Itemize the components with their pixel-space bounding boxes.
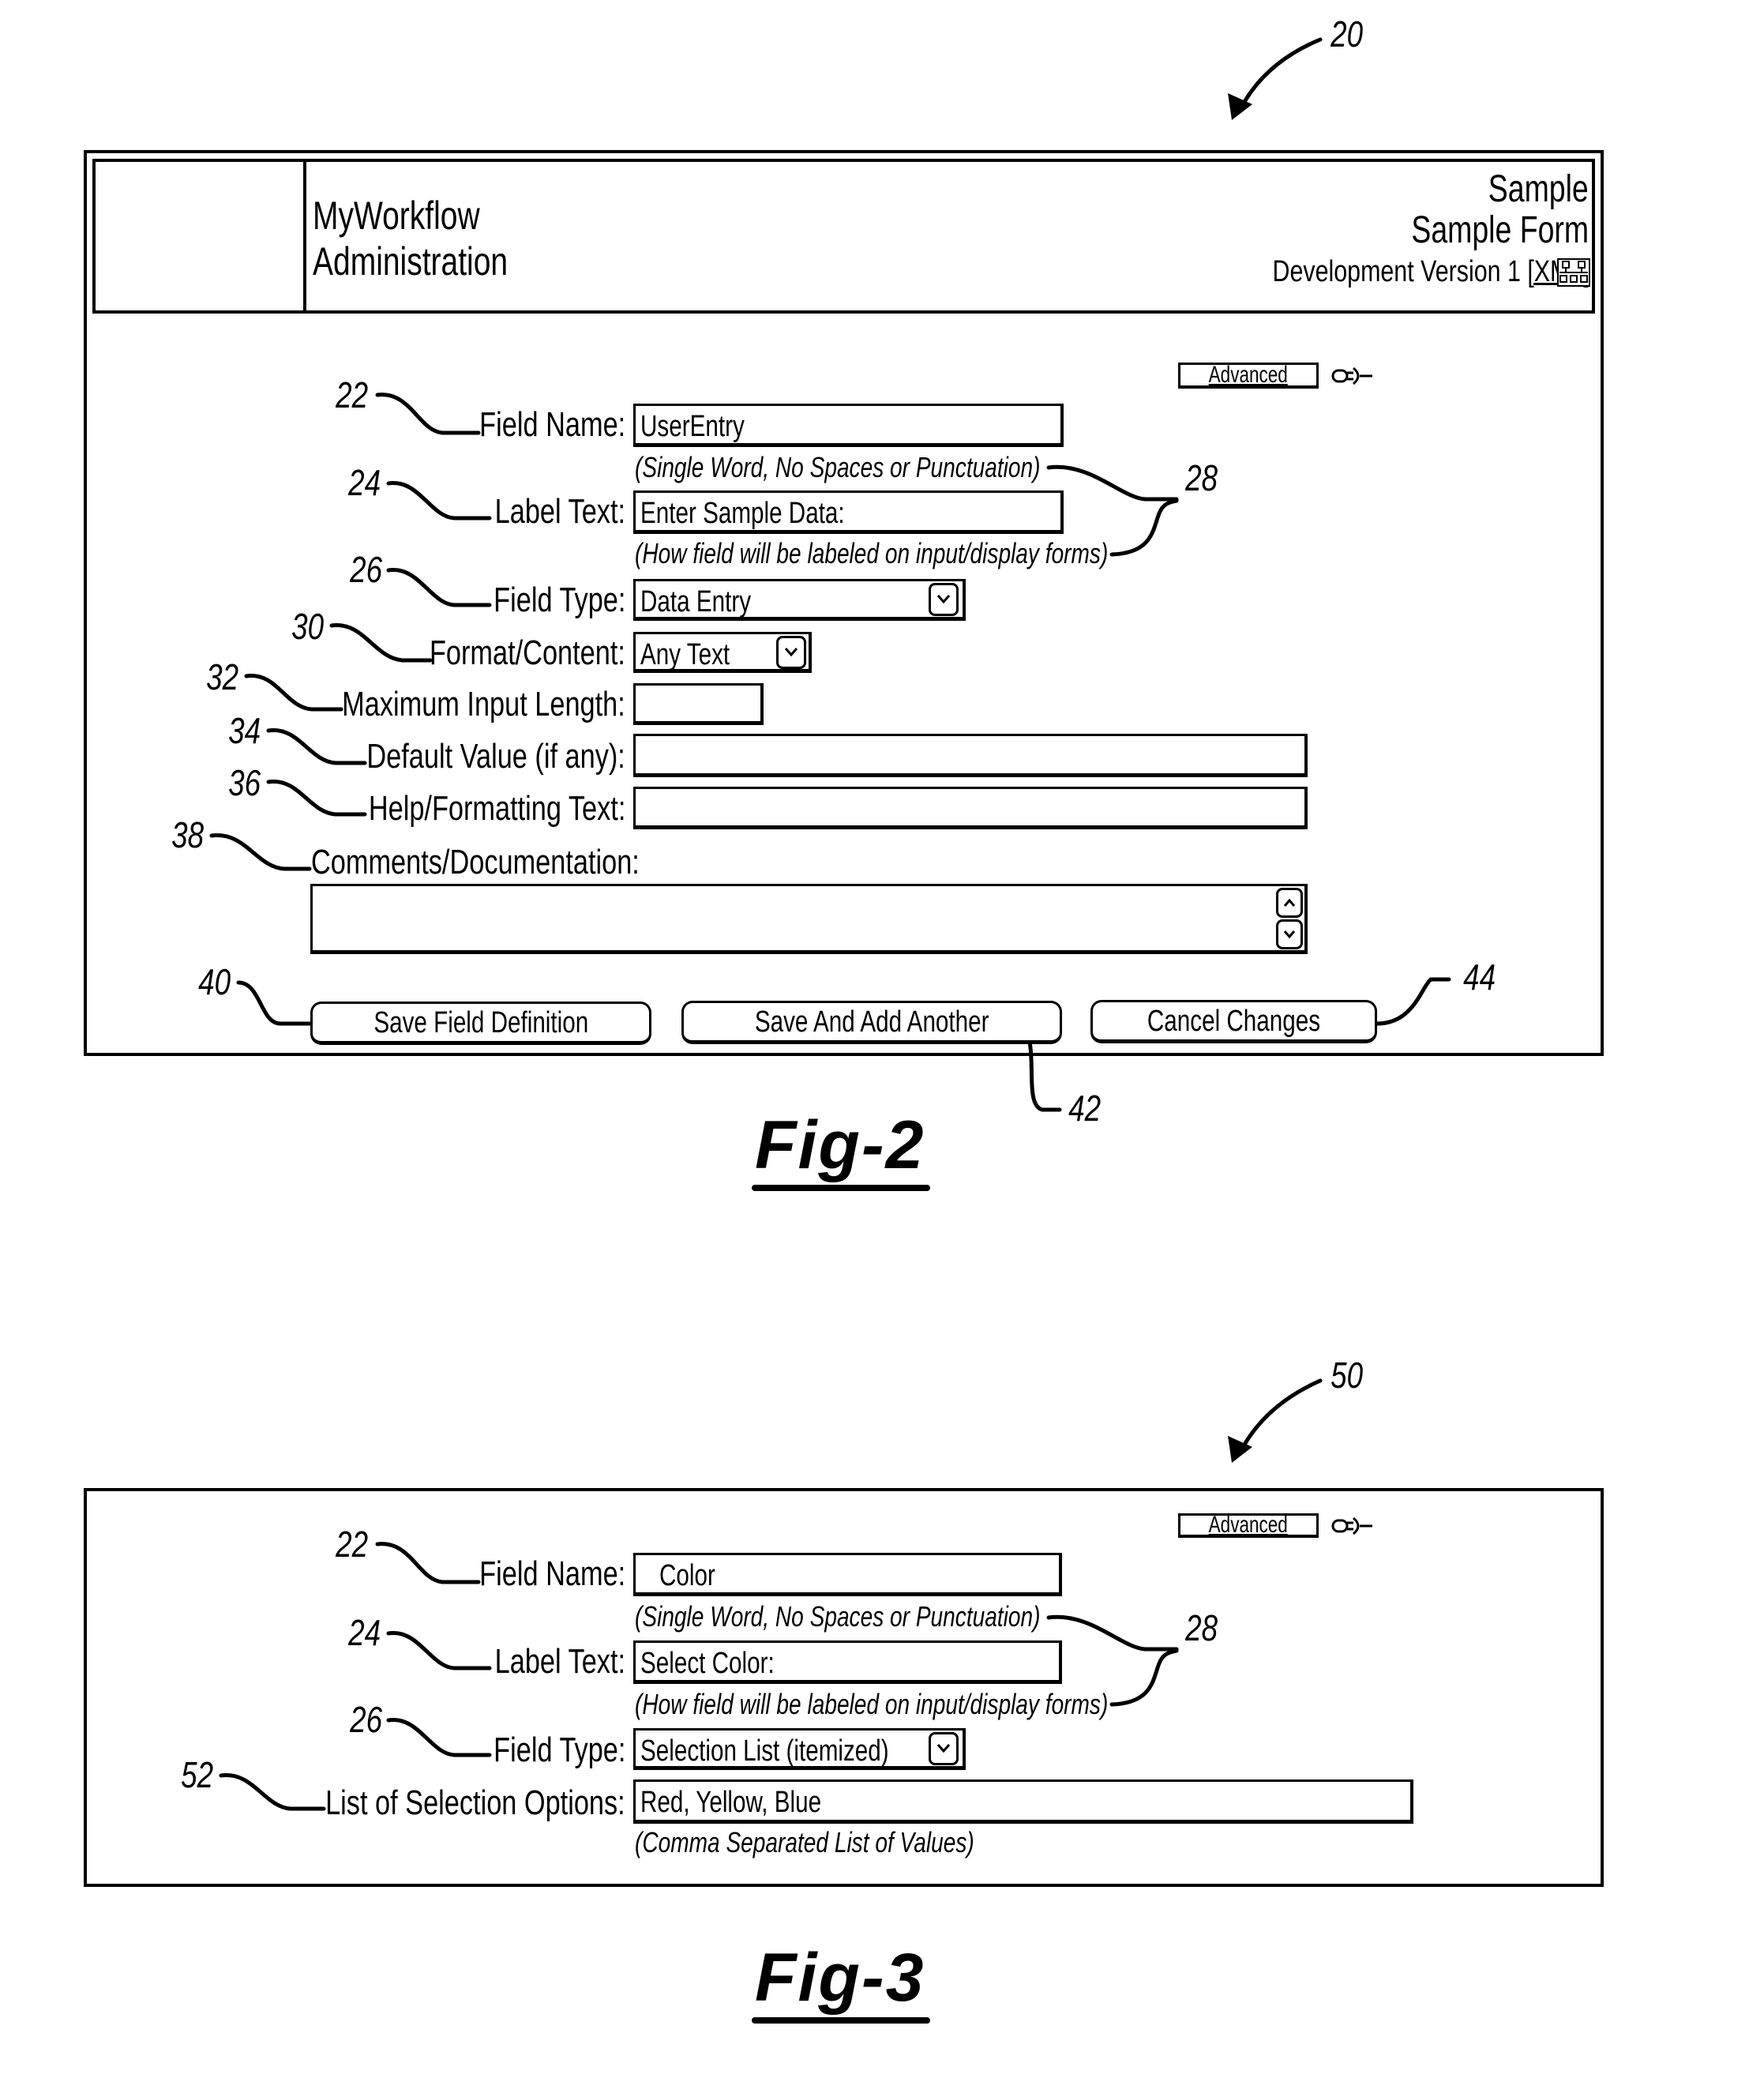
scroll-down-button[interactable] [1276, 919, 1303, 949]
fig3-advanced-button[interactable]: Advanced [1178, 1513, 1319, 1538]
fig2-caption: Fig-2 [755, 1107, 925, 1183]
default-value-input[interactable] [633, 734, 1308, 777]
arrow-50 [1237, 1378, 1323, 1456]
label-text-input[interactable]: Enter Sample Data: [633, 490, 1064, 534]
save-field-definition-button[interactable]: Save Field Definition [310, 1002, 651, 1045]
ref-22: 22 [336, 374, 369, 415]
fig3-label-text-input[interactable]: Select Color: [633, 1640, 1062, 1684]
chevron-down-icon [784, 648, 798, 657]
field-name-hint: (Single Word, No Spaces or Punctuation) [635, 451, 1041, 483]
fig3-field-name-input[interactable]: Color [633, 1553, 1062, 1596]
save-and-add-another-button[interactable]: Save And Add Another [681, 1001, 1062, 1044]
form-context: Sample Sample Form [878, 169, 1589, 251]
ref-38: 38 [171, 814, 205, 855]
field-name-input[interactable]: UserEntry [633, 404, 1064, 447]
comments-textarea[interactable] [310, 884, 1308, 954]
fig3-label-text-label: Label Text: [494, 1642, 625, 1681]
fig3-caption: Fig-3 [755, 1940, 925, 2016]
advanced-button[interactable]: Advanced [1178, 363, 1319, 389]
field-type-dropdown-button[interactable] [929, 583, 959, 616]
pushpin-icon[interactable] [1331, 1515, 1374, 1537]
fig3-ref-52: 52 [181, 1754, 214, 1795]
comments-label: Comments/Documentation: [311, 843, 640, 881]
label-text-hint: (How field will be labeled on input/disp… [635, 537, 1109, 569]
fig3-ref-26: 26 [350, 1699, 383, 1740]
format-content-dropdown-button[interactable] [776, 636, 806, 669]
arrowhead-50 [1228, 1436, 1252, 1463]
fig3-ref-24: 24 [348, 1612, 381, 1653]
ref-32: 32 [206, 656, 239, 697]
ref-number-50: 50 [1331, 1355, 1364, 1396]
arrow-20 [1237, 37, 1323, 113]
app-title: MyWorkflow Administration [313, 193, 563, 284]
field-type-label: Field Type: [493, 581, 625, 619]
help-text-input[interactable] [633, 787, 1308, 829]
selection-options-hint: (Comma Separated List of Values) [635, 1826, 974, 1858]
fig2-caption-underline [752, 1185, 930, 1191]
max-input-length-input[interactable] [633, 683, 764, 725]
context-line1: Sample [1488, 168, 1589, 210]
default-value-label: Default Value (if any): [366, 737, 625, 776]
fig3-field-type-select[interactable]: Selection List (itemized) [633, 1728, 966, 1770]
selection-options-input[interactable]: Red, Yellow, Blue [633, 1779, 1413, 1824]
ref-44: 44 [1463, 956, 1496, 998]
header-divider [303, 159, 306, 314]
arrowhead-20 [1228, 93, 1252, 120]
ref-28: 28 [1185, 457, 1218, 498]
fig3-field-type-label: Field Type: [493, 1731, 625, 1769]
cancel-changes-button[interactable]: Cancel Changes [1090, 1000, 1377, 1043]
fig3-caption-underline [752, 2017, 930, 2024]
format-content-label: Format/Content: [430, 633, 625, 672]
fig3-ref-28: 28 [1185, 1607, 1218, 1648]
ref-40: 40 [198, 961, 231, 1002]
fig3-field-name-label: Field Name: [479, 1554, 625, 1593]
app-title-line1: MyWorkflow [313, 194, 480, 238]
field-type-select[interactable]: Data Entry [633, 579, 966, 621]
ref-26: 26 [350, 549, 383, 590]
version-text: Development Version 1 [1272, 255, 1522, 288]
ref-30: 30 [291, 606, 325, 647]
pushpin-icon[interactable] [1331, 365, 1374, 387]
chevron-up-icon [1283, 898, 1296, 907]
app-title-line2: Administration [313, 239, 509, 284]
ref-42: 42 [1068, 1088, 1102, 1129]
label-text-label: Label Text: [494, 492, 625, 531]
fig3-field-type-dropdown-button[interactable] [929, 1732, 959, 1765]
chevron-down-icon [936, 595, 951, 604]
help-text-label: Help/Formatting Text: [368, 789, 625, 828]
context-line2: Sample Form [1411, 209, 1589, 251]
ref-36: 36 [228, 762, 261, 803]
org-chart-icon[interactable] [1557, 258, 1590, 287]
scroll-up-button[interactable] [1276, 888, 1303, 918]
ref-34: 34 [228, 710, 261, 751]
fig3-field-name-hint: (Single Word, No Spaces or Punctuation) [635, 1600, 1041, 1633]
version-row: Development Version 1 [XML] [801, 254, 1590, 289]
selection-options-label: List of Selection Options: [325, 1783, 625, 1822]
fig3-label-text-hint: (How field will be labeled on input/disp… [635, 1688, 1109, 1720]
max-input-length-label: Maximum Input Length: [342, 685, 625, 723]
ref-number-20: 20 [1331, 13, 1364, 54]
header-logo-area [96, 162, 303, 310]
ref-24: 24 [348, 462, 381, 503]
chevron-down-icon [936, 1744, 951, 1753]
chevron-down-icon [1283, 930, 1296, 939]
fig3-ref-22: 22 [336, 1524, 369, 1565]
field-name-label: Field Name: [479, 405, 625, 444]
